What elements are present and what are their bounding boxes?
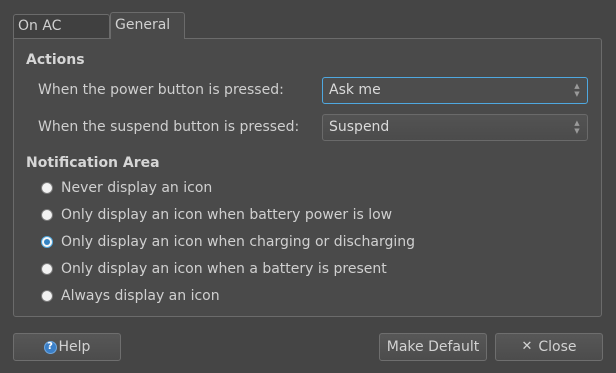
spin-arrows-icon: ▲ ▼ bbox=[574, 119, 580, 135]
close-icon: ✕ bbox=[521, 339, 533, 354]
radio-button[interactable] bbox=[41, 263, 53, 275]
radio-button[interactable] bbox=[41, 209, 53, 221]
help-button[interactable]: ? Help bbox=[13, 333, 121, 361]
suspend-button-label: When the suspend button is pressed: bbox=[38, 119, 300, 135]
help-button-label: Help bbox=[58, 339, 91, 355]
radio-battery-present[interactable]: Only display an icon when a battery is p… bbox=[41, 259, 387, 279]
radio-battery-low[interactable]: Only display an icon when battery power … bbox=[41, 205, 392, 225]
radio-always-display[interactable]: Always display an icon bbox=[41, 286, 220, 306]
actions-section-title: Actions bbox=[26, 52, 85, 68]
radio-label: Never display an icon bbox=[61, 180, 213, 196]
power-button-value: Ask me bbox=[329, 82, 381, 98]
general-panel: Actions When the power button is pressed… bbox=[13, 38, 602, 317]
close-button-label: Close bbox=[538, 339, 577, 355]
power-button-combo[interactable]: Ask me ▲ ▼ bbox=[322, 77, 588, 104]
radio-label: Only display an icon when a battery is p… bbox=[61, 261, 387, 277]
spin-arrows-icon: ▲ ▼ bbox=[574, 82, 580, 98]
radio-label: Only display an icon when charging or di… bbox=[61, 234, 415, 250]
suspend-button-combo[interactable]: Suspend ▲ ▼ bbox=[322, 114, 588, 141]
radio-button[interactable] bbox=[41, 182, 53, 194]
tab-label: General bbox=[115, 17, 171, 33]
suspend-button-value: Suspend bbox=[329, 119, 390, 135]
make-default-button[interactable]: Make Default bbox=[379, 333, 487, 361]
close-button[interactable]: ✕ Close bbox=[495, 333, 603, 361]
help-icon: ? bbox=[43, 340, 57, 354]
radio-button[interactable] bbox=[41, 236, 53, 248]
make-default-button-label: Make Default bbox=[386, 339, 480, 355]
power-button-label: When the power button is pressed: bbox=[38, 82, 284, 98]
radio-never-display[interactable]: Never display an icon bbox=[41, 178, 212, 198]
notification-section-title: Notification Area bbox=[26, 155, 160, 171]
radio-charging-discharging[interactable]: Only display an icon when charging or di… bbox=[41, 232, 415, 252]
tab-on-ac-power[interactable]: On AC Power bbox=[13, 14, 110, 57]
radio-label: Always display an icon bbox=[61, 288, 220, 304]
tab-general[interactable]: General bbox=[110, 12, 185, 39]
radio-label: Only display an icon when battery power … bbox=[61, 207, 393, 223]
radio-button[interactable] bbox=[41, 290, 53, 302]
